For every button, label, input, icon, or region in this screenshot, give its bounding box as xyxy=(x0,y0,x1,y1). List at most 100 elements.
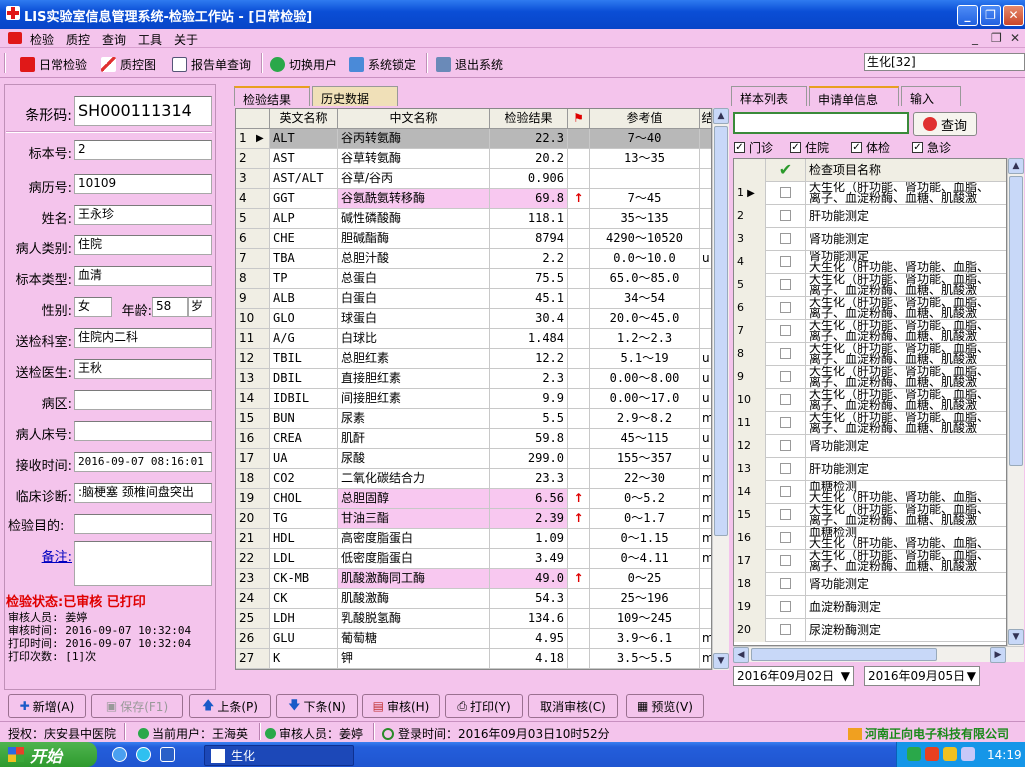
table-row[interactable]: 25 LDH 乳酸脱氢酶 134.6 109～245 xyxy=(236,609,711,629)
cell-r[interactable]: 134.6 xyxy=(490,609,568,629)
browser-icon[interactable] xyxy=(136,747,151,762)
cell-n[interactable]: 19 xyxy=(236,489,270,509)
cell-cn[interactable]: 碱性磷酸酶 xyxy=(338,209,490,229)
cell-f[interactable] xyxy=(568,589,590,609)
cell-x[interactable]: u xyxy=(700,349,711,369)
table-row[interactable]: 5 ALP 碱性磷酸酶 118.1 35～135 xyxy=(236,209,711,229)
table-row[interactable]: 1 ▶ ALT 谷丙转氨酶 22.3 7～40 xyxy=(236,129,711,149)
cell-x[interactable] xyxy=(700,229,711,249)
cell-en[interactable]: CREA xyxy=(270,429,338,449)
cell-x[interactable] xyxy=(700,329,711,349)
remark-input[interactable] xyxy=(74,541,212,586)
cell-x[interactable] xyxy=(700,589,711,609)
request-checkbox[interactable] xyxy=(766,596,806,619)
cell-f[interactable] xyxy=(568,129,590,149)
list-item[interactable]: 15 大生化（肝功能、肾功能、血脂、 离子、血淀粉酶、血糖、肌酸激 xyxy=(734,504,1006,527)
gender-input[interactable]: 女 xyxy=(74,297,112,317)
minimize-icon[interactable]: _ xyxy=(957,5,978,26)
cell-n[interactable]: 26 xyxy=(236,629,270,649)
request-checkbox[interactable] xyxy=(766,228,806,251)
filter-inpatient[interactable]: ✓ 住院 xyxy=(790,139,829,156)
cell-f[interactable] xyxy=(568,409,590,429)
request-checkbox[interactable] xyxy=(766,389,806,412)
cell-n[interactable]: 27 xyxy=(236,649,270,669)
table-row[interactable]: 11 A/G 白球比 1.484 1.2～2.3 xyxy=(236,329,711,349)
cell-f[interactable] xyxy=(568,389,590,409)
header-result[interactable]: 检验结果 xyxy=(490,109,568,129)
filter-physical[interactable]: ✓ 体检 xyxy=(851,139,890,156)
cell-en[interactable]: IDBIL xyxy=(270,389,338,409)
cell-en[interactable]: GLU xyxy=(270,629,338,649)
scroll-left-icon[interactable]: ◀ xyxy=(733,647,749,663)
search-button[interactable]: 查询 xyxy=(913,112,977,136)
cell-en[interactable]: GLO xyxy=(270,309,338,329)
cell-n[interactable]: 11 xyxy=(236,329,270,349)
cell-f[interactable] xyxy=(568,629,590,649)
request-checkbox[interactable] xyxy=(766,412,806,435)
cell-n[interactable]: 14 xyxy=(236,389,270,409)
cell-n[interactable]: 17 xyxy=(236,449,270,469)
cell-en[interactable]: K xyxy=(270,649,338,669)
cell-ref[interactable]: 7～45 xyxy=(590,189,700,209)
cell-ref[interactable]: 13～35 xyxy=(590,149,700,169)
cell-r[interactable]: 23.3 xyxy=(490,469,568,489)
cell-f[interactable]: ↑ xyxy=(568,509,590,529)
cell-r[interactable]: 22.3 xyxy=(490,129,568,149)
report-query-button[interactable]: 报告单查询 xyxy=(172,56,251,73)
list-item[interactable]: 16 血糖检测 大生化（肝功能、肾功能、血脂、 xyxy=(734,527,1006,550)
request-checkbox[interactable] xyxy=(766,527,806,550)
cell-ref[interactable]: 0～5.2 xyxy=(590,489,700,509)
cell-ref[interactable]: 65.0～85.0 xyxy=(590,269,700,289)
next-button[interactable]: 🡇 下条(N) xyxy=(276,694,358,718)
table-row[interactable]: 24 CK 肌酸激酶 54.3 25～196 xyxy=(236,589,711,609)
cell-cn[interactable]: 尿素 xyxy=(338,409,490,429)
cell-ref[interactable]: 7～40 xyxy=(590,129,700,149)
scroll-down-icon[interactable]: ▼ xyxy=(1008,629,1024,645)
request-checkbox[interactable] xyxy=(766,320,806,343)
cell-r[interactable]: 0.906 xyxy=(490,169,568,189)
table-row[interactable]: 6 CHE 胆碱酯酶 8794 4290～10520 xyxy=(236,229,711,249)
table-row[interactable]: 17 UA 尿酸 299.0 155～357 u xyxy=(236,449,711,469)
request-hscrollbar[interactable]: ◀ ▶ xyxy=(733,646,1024,663)
receive-time-input[interactable]: 2016-09-07 08:16:01 xyxy=(74,452,212,472)
table-row[interactable]: 4 GGT 谷氨酰氨转移酶 69.8 ↑ 7～45 xyxy=(236,189,711,209)
cell-r[interactable]: 2.3 xyxy=(490,369,568,389)
ie-icon[interactable] xyxy=(112,747,127,762)
cell-n[interactable]: 5 xyxy=(236,209,270,229)
print-button[interactable]: ⎙ 打印(Y) xyxy=(445,694,523,718)
table-row[interactable]: 22LDL低密度脂蛋白3.49 0～4.11m xyxy=(236,549,711,569)
cell-f[interactable] xyxy=(568,469,590,489)
request-checkbox[interactable] xyxy=(766,504,806,527)
cell-r[interactable]: 69.8 xyxy=(490,189,568,209)
cell-cn[interactable]: 肌酸激酶同工酶 xyxy=(338,569,490,589)
start-button[interactable]: 开始 xyxy=(0,742,97,767)
switch-user-button[interactable]: 切换用户 xyxy=(270,56,337,73)
cell-f[interactable] xyxy=(568,549,590,569)
date-to-picker[interactable]: 2016年09月05日 ▼ xyxy=(864,666,980,686)
table-row[interactable]: 15BUN尿素5.5 2.9～8.2m xyxy=(236,409,711,429)
cell-f[interactable] xyxy=(568,269,590,289)
list-item[interactable]: 17 大生化（肝功能、肾功能、血脂、 离子、血淀粉酶、血糖、肌酸激 xyxy=(734,550,1006,573)
scroll-up-icon[interactable]: ▲ xyxy=(713,108,729,124)
request-item-name[interactable]: 大生化（肝功能、肾功能、血脂、 离子、血淀粉酶、血糖、肌酸激 xyxy=(806,274,1006,297)
dept-input[interactable]: 住院内二科 xyxy=(74,328,212,348)
scroll-up-icon[interactable]: ▲ xyxy=(1008,158,1024,174)
cell-cn[interactable]: 谷氨酰氨转移酶 xyxy=(338,189,490,209)
purpose-input[interactable] xyxy=(74,514,212,534)
cell-en[interactable]: AST xyxy=(270,149,338,169)
list-item[interactable]: 8 大生化（肝功能、肾功能、血脂、 离子、血淀粉酶、血糖、肌酸激 xyxy=(734,343,1006,366)
list-item[interactable]: 11 大生化（肝功能、肾功能、血脂、 离子、血淀粉酶、血糖、肌酸激 xyxy=(734,412,1006,435)
list-item[interactable]: 18 肾功能测定 xyxy=(734,573,1006,596)
cell-ref[interactable]: 34～54 xyxy=(590,289,700,309)
cell-en[interactable]: DBIL xyxy=(270,369,338,389)
cell-n[interactable]: 10 xyxy=(236,309,270,329)
table-row[interactable]: 23 CK-MB 肌酸激酶同工酶 49.0 ↑ 0～25 xyxy=(236,569,711,589)
cell-r[interactable]: 2.2 xyxy=(490,249,568,269)
cell-cn[interactable]: 高密度脂蛋白 xyxy=(338,529,490,549)
cell-x[interactable] xyxy=(700,569,711,589)
tab-request-info[interactable]: 申请单信息 xyxy=(809,86,899,107)
cell-r[interactable]: 12.2 xyxy=(490,349,568,369)
table-row[interactable]: 26GLU葡萄糖4.95 3.9～6.1m xyxy=(236,629,711,649)
cell-n[interactable]: 22 xyxy=(236,549,270,569)
mdi-restore-icon[interactable]: ❐ xyxy=(991,31,1002,45)
